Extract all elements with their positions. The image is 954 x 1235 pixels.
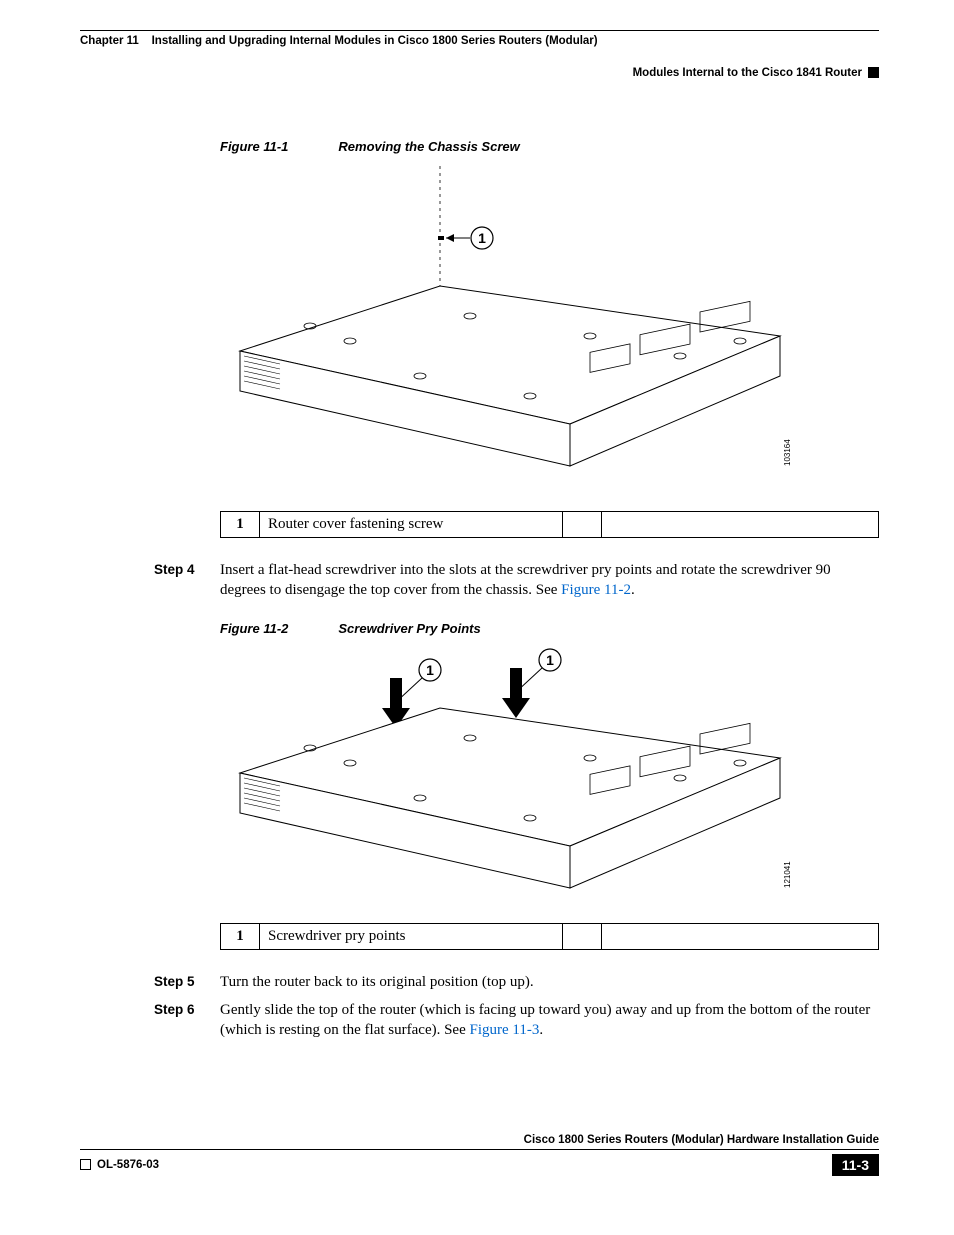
step-6-text-after: . (539, 1022, 543, 1038)
step-4-text-before: Insert a flat-head screwdriver into the … (220, 562, 831, 598)
footer-docnum: OL-5876-03 (97, 1159, 159, 1171)
callout-empty-num (562, 512, 601, 538)
figure-2-callout-table: 1 Screwdriver pry points (220, 923, 879, 950)
footer-pagenum: 11-3 (832, 1154, 879, 1176)
callout-empty-num (562, 923, 601, 949)
page-footer: Cisco 1800 Series Routers (Modular) Hard… (80, 1134, 879, 1176)
step-4-text-after: . (631, 582, 635, 598)
figure-11-3-link[interactable]: Figure 11-3 (470, 1022, 540, 1038)
figure-11-2-link[interactable]: Figure 11-2 (561, 582, 631, 598)
figure-1-partnum: 103164 (783, 439, 792, 466)
figure-1-callout: 1 (478, 230, 486, 246)
step-4-label: Step 4 (154, 560, 220, 601)
step-5-text: Turn the router back to its original pos… (220, 972, 879, 992)
step-4: Step 4 Insert a flat-head screwdriver in… (154, 560, 879, 601)
figure-1-image: 1 (220, 166, 879, 496)
callout-empty-desc (601, 512, 878, 538)
figure-2-callout-a: 1 (426, 662, 434, 678)
step-6: Step 6 Gently slide the top of the route… (154, 1000, 879, 1041)
step-5-label: Step 5 (154, 972, 220, 992)
step-6-label: Step 6 (154, 1000, 220, 1041)
callout-num: 1 (221, 923, 260, 949)
callout-desc: Screwdriver pry points (260, 923, 563, 949)
figure-2-image: 1 1 (220, 648, 879, 908)
figure-2-number: Figure 11-2 (220, 621, 288, 636)
step-5: Step 5 Turn the router back to its origi… (154, 972, 879, 992)
figure-1-number: Figure 11-1 (220, 139, 288, 154)
chapter-title: Installing and Upgrading Internal Module… (152, 35, 598, 47)
callout-num: 1 (221, 512, 260, 538)
footer-guide-title: Cisco 1800 Series Routers (Modular) Hard… (80, 1134, 879, 1150)
figure-1-title: Removing the Chassis Screw (338, 139, 519, 154)
figure-2-callout-b: 1 (546, 652, 554, 668)
section-marker-icon (868, 67, 879, 78)
figure-2-title: Screwdriver Pry Points (338, 621, 480, 636)
callout-empty-desc (601, 923, 878, 949)
chapter-label: Chapter 11 (80, 35, 139, 47)
figure-2-partnum: 121041 (783, 860, 792, 887)
footer-marker-icon (80, 1159, 91, 1170)
callout-desc: Router cover fastening screw (260, 512, 563, 538)
running-header: Chapter 11 Installing and Upgrading Inte… (80, 35, 879, 47)
figure-1-callout-table: 1 Router cover fastening screw (220, 511, 879, 538)
step-6-text-before: Gently slide the top of the router (whic… (220, 1002, 870, 1038)
section-title: Modules Internal to the Cisco 1841 Route… (633, 67, 862, 79)
figure-2-caption: Figure 11-2 Screwdriver Pry Points (220, 621, 879, 636)
figure-1-caption: Figure 11-1 Removing the Chassis Screw (220, 139, 879, 154)
